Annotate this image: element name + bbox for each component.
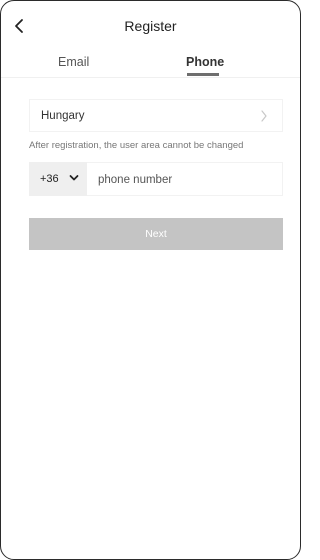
country-code: +36	[40, 173, 59, 185]
chevron-right-icon	[261, 110, 267, 122]
header-bar: Register	[1, 1, 300, 45]
app-screen: Register Email Phone Hungary After regis…	[0, 0, 301, 560]
country-name: Hungary	[41, 110, 85, 122]
active-tab-indicator	[187, 73, 219, 76]
chevron-down-icon	[69, 175, 79, 181]
tab-phone[interactable]: Phone	[186, 55, 224, 69]
country-code-dropdown[interactable]: +36	[29, 162, 87, 196]
tab-bar: Email Phone	[1, 45, 300, 78]
region-hint: After registration, the user area cannot…	[29, 140, 244, 151]
next-button[interactable]: Next	[29, 218, 283, 250]
page-title: Register	[124, 18, 177, 34]
phone-number-input[interactable]	[98, 171, 268, 189]
country-selector[interactable]: Hungary	[29, 99, 283, 132]
phone-field-row: +36	[29, 162, 283, 196]
tab-email[interactable]: Email	[58, 55, 89, 69]
